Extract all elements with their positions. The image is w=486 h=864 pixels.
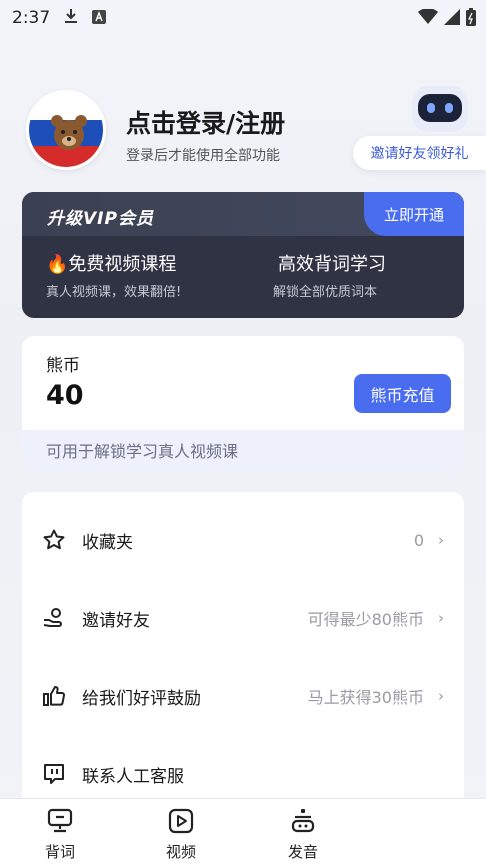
wifi-icon bbox=[418, 8, 438, 29]
vip-feature-title: 高效背词学习 bbox=[278, 254, 386, 275]
avatar[interactable] bbox=[26, 90, 106, 170]
chevron-right-icon: › bbox=[438, 609, 444, 627]
vip-feature-title: 🔥免费视频课程 bbox=[46, 254, 177, 275]
thumbs-up-icon bbox=[42, 684, 66, 708]
tab-pronunciation[interactable]: 发音 bbox=[253, 799, 353, 864]
menu-item-favorites[interactable]: 收藏夹 0 › bbox=[22, 510, 464, 570]
vip-feature-subtitle: 真人视频课，效果翻倍! bbox=[46, 285, 182, 300]
status-bar: 2:37 bbox=[0, 0, 486, 36]
tab-vocabulary[interactable]: 背词 bbox=[10, 799, 110, 864]
vocabulary-icon bbox=[46, 807, 74, 835]
download-icon bbox=[64, 8, 78, 28]
hand-icon bbox=[42, 606, 66, 630]
app-notification-icon bbox=[92, 9, 107, 28]
menu-item-review[interactable]: 给我们好评鼓励 马上获得30熊币 › bbox=[22, 666, 464, 726]
battery-icon bbox=[466, 8, 476, 30]
menu-item-label: 联系人工客服 bbox=[82, 766, 184, 787]
tab-label: 背词 bbox=[44, 843, 75, 861]
menu-item-value: 马上获得30熊币 bbox=[307, 688, 424, 707]
login-subtitle: 登录后才能使用全部功能 bbox=[126, 148, 280, 164]
vip-open-button[interactable]: 立即开通 bbox=[364, 192, 464, 236]
tab-label: 视频 bbox=[165, 843, 196, 861]
coins-note: 可用于解锁学习真人视频课 bbox=[22, 430, 464, 470]
menu-list: 收藏夹 0 › 邀请好友 可得最少80熊币 › 给我们好评鼓励 马上获得30熊币… bbox=[22, 492, 464, 812]
login-title[interactable]: 点击登录/注册 bbox=[126, 104, 285, 140]
robot-mascot-icon[interactable] bbox=[408, 82, 472, 138]
bottom-tab-bar: 背词 视频 发音 bbox=[0, 798, 486, 864]
chevron-right-icon: › bbox=[438, 531, 444, 549]
vip-feature-subtitle: 解锁全部优质词本 bbox=[273, 285, 378, 300]
coins-balance: 40 bbox=[46, 380, 84, 411]
menu-item-value: 0 bbox=[413, 530, 424, 550]
menu-item-label: 邀请好友 bbox=[82, 610, 150, 631]
coins-label: 熊币 bbox=[46, 356, 80, 376]
chat-icon bbox=[42, 762, 66, 786]
star-icon bbox=[42, 528, 66, 552]
invite-friends-badge[interactable]: 邀请好友领好礼 bbox=[353, 136, 486, 170]
menu-item-customer-service[interactable]: 联系人工客服 bbox=[22, 744, 464, 804]
menu-item-value: 可得最少80熊币 bbox=[307, 610, 424, 629]
chevron-right-icon: › bbox=[438, 687, 444, 705]
vip-card[interactable]: 升级VIP会员 立即开通 🔥免费视频课程 真人视频课，效果翻倍! 高效背词学习 … bbox=[22, 192, 464, 318]
video-play-icon bbox=[167, 807, 195, 835]
signal-icon bbox=[444, 9, 460, 29]
menu-item-label: 给我们好评鼓励 bbox=[82, 688, 201, 709]
menu-item-label: 收藏夹 bbox=[82, 532, 133, 553]
status-time: 2:37 bbox=[12, 8, 51, 28]
coins-card: 熊币 40 熊币充值 可用于解锁学习真人视频课 bbox=[22, 336, 464, 470]
menu-item-invite[interactable]: 邀请好友 可得最少80熊币 › bbox=[22, 588, 464, 648]
vip-title: 升级VIP会员 bbox=[47, 209, 154, 229]
tab-video[interactable]: 视频 bbox=[131, 799, 231, 864]
tab-label: 发音 bbox=[287, 843, 318, 861]
recharge-button[interactable]: 熊币充值 bbox=[354, 374, 451, 413]
pronunciation-icon bbox=[289, 807, 317, 835]
